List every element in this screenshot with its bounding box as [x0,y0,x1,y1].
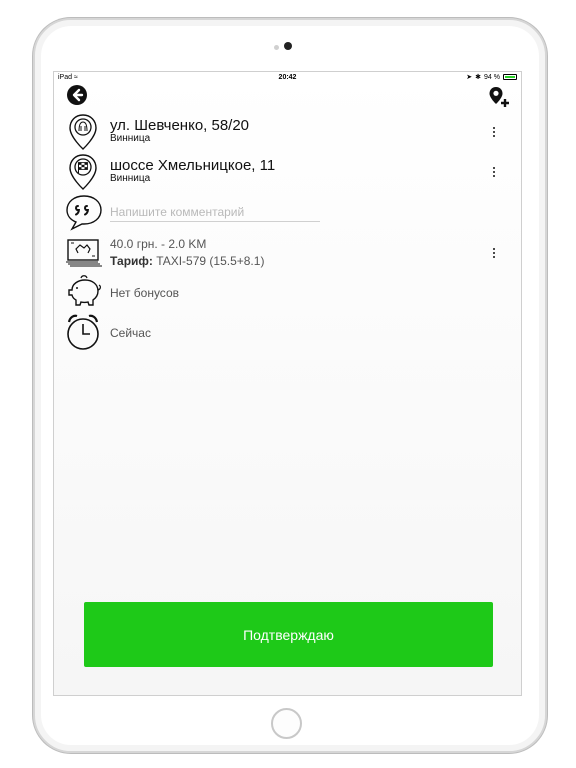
from-address: ул. Шевченко, 58/20 [110,117,250,134]
piggy-bank-icon [68,275,101,306]
bluetooth-icon: ✱ [475,74,482,81]
alarm-clock-icon [67,314,99,350]
fare-tariff: Тариф: TAXI-579 (15.5+8.1) [110,254,264,268]
tariff-value: TAXI-579 (15.5+8.1) [156,254,265,268]
money-bill-icon [66,239,102,267]
time-label: Сейчас [110,326,151,340]
app-screen: iPad ≈ 20:42 ➤ ✱ 94 % ул. Шевченко, 58/2… [53,71,522,696]
to-city: Винница [110,173,151,184]
quote-bubble-icon [66,195,102,231]
back-button[interactable] [67,85,87,105]
status-time: 20:42 [278,74,297,81]
back-arrow-icon [72,88,84,102]
comment-input[interactable] [110,203,320,222]
bonus-label: Нет бонусов [110,286,179,300]
pin-start-icon [69,114,97,150]
add-pin-icon [489,87,509,107]
to-more-button[interactable] [489,165,499,183]
location-arrow-icon: ➤ [466,74,473,81]
from-city: Винница [110,133,151,144]
battery-icon [503,74,517,80]
front-sensor [274,45,279,50]
status-bar: iPad ≈ 20:42 ➤ ✱ 94 % [54,72,521,84]
fare-price: 40.0 грн. - 2.0 KM [110,237,207,251]
front-camera [284,42,292,50]
tariff-label: Тариф: [110,254,153,268]
pin-finish-icon [69,154,97,190]
battery-percent: 94 % [484,73,500,81]
status-right: ➤ ✱ 94 % [466,73,517,81]
fare-more-button[interactable] [489,246,499,264]
from-more-button[interactable] [489,125,499,143]
add-point-button[interactable] [488,86,510,108]
confirm-button[interactable]: Подтверждаю [84,602,493,667]
home-button[interactable] [271,708,302,739]
to-address: шоссе Хмельницкое, 11 [110,157,276,174]
